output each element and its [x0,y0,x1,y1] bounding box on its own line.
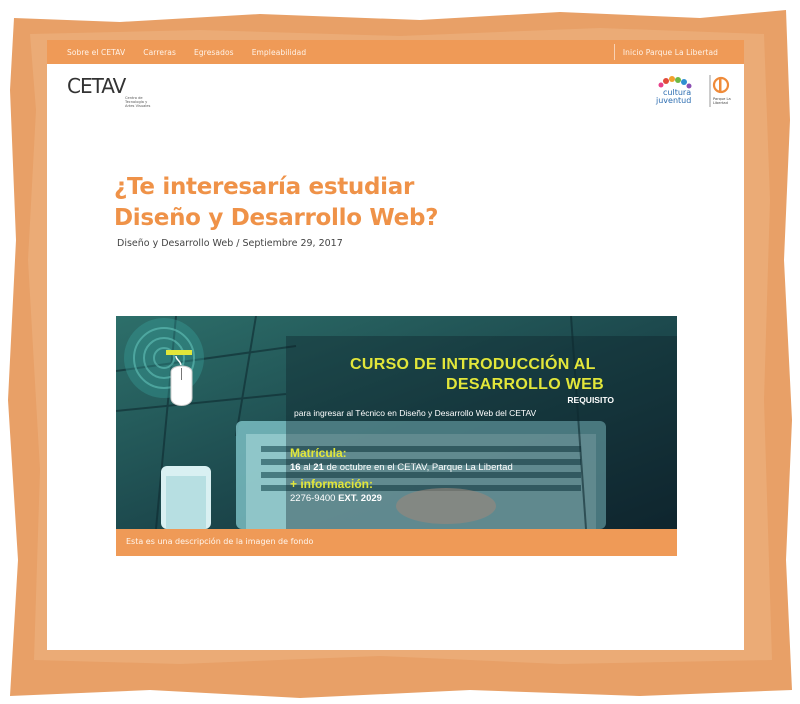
image-caption-text: Esta es una descripción de la imagen de … [126,537,314,546]
nav-right-section: Inicio Parque La Libertad [613,44,718,60]
nav-item-carreras[interactable]: Carreras [143,48,176,57]
banner-requisito: REQUISITO [567,395,614,405]
title-line-1: ¿Te interesaría estudiar [114,174,415,200]
banner-heading-line-1: CURSO DE INTRODUCCIÓN AL [350,356,596,373]
partner-logos[interactable]: cultura juventud Parque La Libertad [652,73,742,109]
cetav-logo-subtitle: Centro de Tecnología y Artes Visuales [125,96,151,109]
nav-link-inicio-parque[interactable]: Inicio Parque La Libertad [623,48,718,57]
yellow-bar-decoration [166,350,192,355]
banner-matricula-label: Matrícula: [290,446,347,460]
banner-fecha: 16 al 21 de octubre en el CETAV, Parque … [290,462,513,473]
fecha-connector: al [300,462,314,473]
juventud-text: juventud [656,96,692,105]
image-caption-bar: Esta es una descripción de la imagen de … [116,529,677,556]
top-navigation-bar: Sobre el CETAV Carreras Egresados Emplea… [47,40,744,64]
banner-info-label: + información: [290,477,374,491]
banner-illustration [116,316,677,529]
nav-item-sobre[interactable]: Sobre el CETAV [67,48,125,57]
cetav-logo-word: CETAV [67,74,126,98]
banner-description: para ingresar al Técnico en Diseño y Des… [294,408,537,418]
title-line-2: Diseño y Desarrollo Web? [114,205,439,231]
parque-libertad-text: Parque La Libertad [713,97,731,105]
web-page: Sobre el CETAV Carreras Egresados Emplea… [47,40,744,650]
telefono-number: 2276-9400 [290,493,339,504]
banner-heading-line-2: DESARROLLO WEB [446,376,604,393]
banner-telefono: 2276-9400 EXT. 2029 [290,493,382,504]
article-meta: Diseño y Desarrollo Web / Septiembre 29,… [117,238,343,249]
article-title: ¿Te interesaría estudiar Diseño y Desarr… [114,172,614,234]
featured-image-banner: CURSO DE INTRODUCCIÓN AL DESARROLLO WEB … [116,316,677,529]
fecha-end: 21 [313,462,324,473]
telefono-extension: EXT. 2029 [338,493,382,504]
fecha-start: 16 [290,462,301,473]
nav-item-empleabilidad[interactable]: Empleabilidad [252,48,307,57]
phone-icon [161,466,211,529]
cetav-logo[interactable]: CETAV Centro de Tecnología y Artes Visua… [67,74,150,112]
nav-item-egresados[interactable]: Egresados [194,48,234,57]
fecha-place: de octubre en el CETAV, Parque La Libert… [323,462,513,473]
nav-menu: Sobre el CETAV Carreras Egresados Emplea… [67,40,306,64]
